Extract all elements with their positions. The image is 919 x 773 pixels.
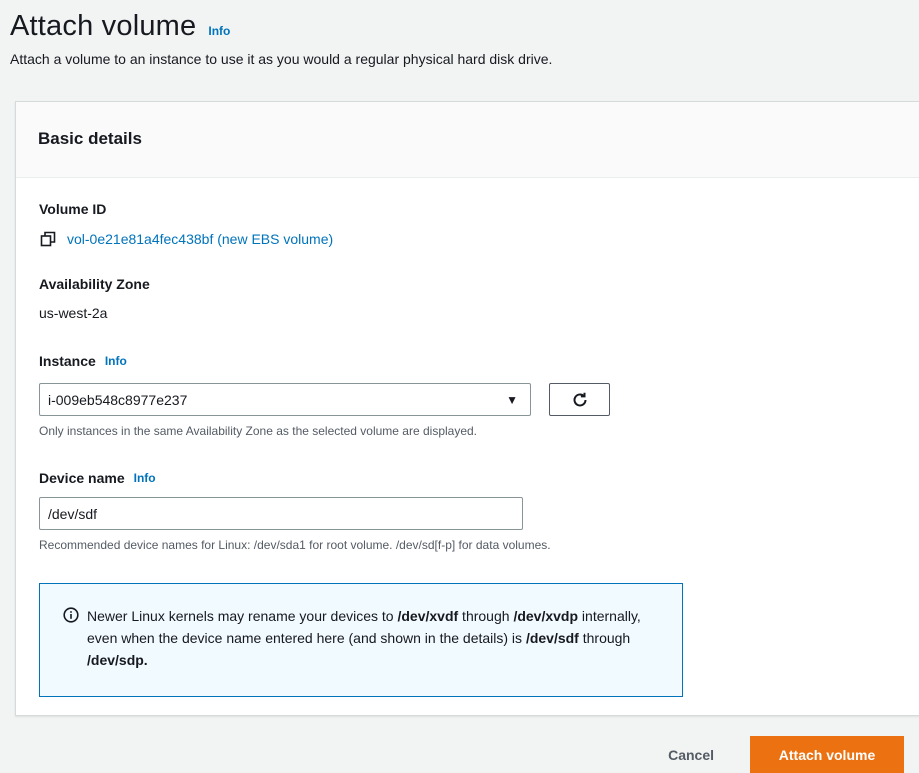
device-name-input[interactable]: /dev/sdf bbox=[39, 497, 523, 530]
info-circle-icon bbox=[63, 607, 79, 623]
device-name-info-link[interactable]: Info bbox=[134, 469, 156, 487]
title-row: Attach volume Info bbox=[10, 10, 919, 43]
page-subtitle: Attach a volume to an instance to use it… bbox=[10, 51, 553, 67]
instance-selected-value: i-009eb548c8977e237 bbox=[48, 391, 188, 408]
volume-id-row: vol-0e21e81a4fec438bf (new EBS volume) bbox=[39, 230, 901, 248]
page-title: Attach volume bbox=[10, 10, 197, 42]
alert-bold-sdp: /dev/sdp. bbox=[87, 652, 148, 668]
device-name-label: Device name Info bbox=[39, 469, 901, 487]
instance-label: Instance Info bbox=[39, 352, 901, 370]
instance-select-row: i-009eb548c8977e237 ▼ bbox=[39, 383, 901, 416]
alert-bold-sdf: /dev/sdf bbox=[525, 630, 579, 646]
alert-text-part: through bbox=[458, 608, 514, 624]
info-alert: Newer Linux kernels may rename your devi… bbox=[39, 583, 683, 697]
panel-header: Basic details bbox=[16, 102, 919, 178]
page-header: Attach volume Info Attach a volume to an… bbox=[10, 10, 919, 67]
caret-down-icon: ▼ bbox=[506, 392, 518, 407]
alert-bold-xvdp: /dev/xvdp bbox=[513, 608, 579, 624]
refresh-button[interactable] bbox=[549, 383, 610, 416]
instance-label-text: Instance bbox=[39, 353, 96, 369]
volume-id-label: Volume ID bbox=[39, 201, 107, 217]
alert-bold-xvdf: /dev/xvdf bbox=[397, 608, 459, 624]
availability-zone-value: us-west-2a bbox=[39, 305, 108, 321]
title-info-link[interactable]: Info bbox=[208, 24, 230, 38]
alert-text: Newer Linux kernels may rename your devi… bbox=[87, 605, 662, 696]
availability-zone-label: Availability Zone bbox=[39, 276, 150, 292]
attach-volume-button[interactable]: Attach volume bbox=[750, 736, 904, 773]
alert-text-part: Newer Linux kernels may rename your devi… bbox=[87, 608, 398, 624]
cancel-button[interactable]: Cancel bbox=[668, 747, 714, 763]
device-name-hint: Recommended device names for Linux: /dev… bbox=[39, 538, 551, 552]
instance-hint: Only instances in the same Availability … bbox=[39, 424, 478, 438]
device-name-label-text: Device name bbox=[39, 470, 125, 486]
footer-actions: Cancel Attach volume bbox=[668, 736, 904, 773]
volume-id-link[interactable]: vol-0e21e81a4fec438bf (new EBS volume) bbox=[67, 231, 333, 247]
refresh-icon bbox=[573, 392, 586, 406]
panel-body: Volume ID vol-0e21e81a4fec438bf (new EBS… bbox=[16, 178, 919, 697]
copy-icon[interactable] bbox=[39, 230, 57, 248]
instance-info-link[interactable]: Info bbox=[105, 352, 127, 370]
panel-title: Basic details bbox=[38, 129, 142, 148]
alert-text-part: through bbox=[578, 630, 631, 646]
basic-details-panel: Basic details Volume ID vol-0e21e81a4fec… bbox=[15, 101, 919, 716]
instance-select[interactable]: i-009eb548c8977e237 ▼ bbox=[39, 383, 531, 416]
